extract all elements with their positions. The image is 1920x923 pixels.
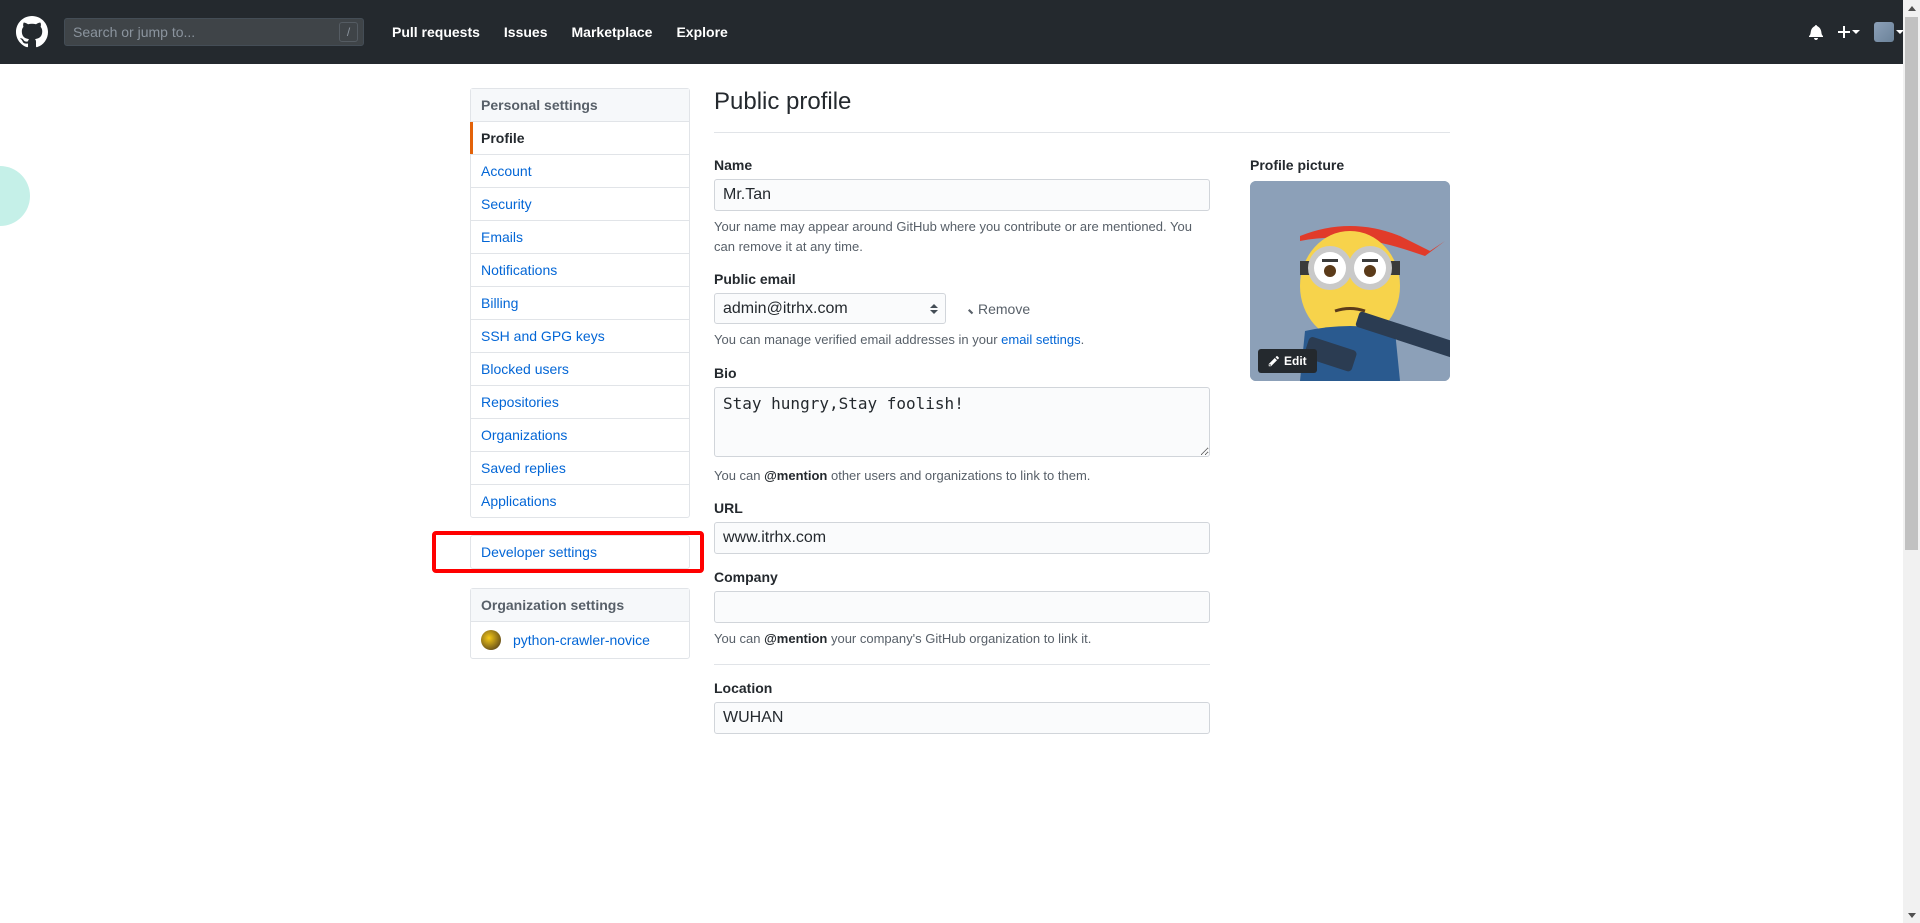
sidebar-item-blocked-users[interactable]: Blocked users [471,353,689,386]
sidebar-item-repositories[interactable]: Repositories [471,386,689,419]
bio-label: Bio [714,365,1210,381]
page-title: Public profile [714,88,851,116]
sidebar-item-security[interactable]: Security [471,188,689,221]
decorative-blob [0,166,30,226]
sidebar-item-applications[interactable]: Applications [471,485,689,517]
github-logo[interactable] [16,16,48,48]
name-label: Name [714,157,1210,173]
profile-picture: Edit [1250,181,1450,381]
sidebar-item-account[interactable]: Account [471,155,689,188]
app-header: / Pull requests Issues Marketplace Explo… [0,0,1920,64]
scroll-down-arrow[interactable] [1903,906,1920,923]
email-group: Public email admin@itrhx.com Remove [714,271,1210,350]
email-settings-link[interactable]: email settings [1001,332,1080,347]
org-avatar [481,630,501,650]
organization-settings-heading: Organization settings [471,589,689,622]
edit-label: Edit [1284,354,1307,368]
url-group: URL [714,500,1210,554]
x-icon [962,301,974,317]
sidebar-item-saved-replies[interactable]: Saved replies [471,452,689,485]
personal-settings-heading: Personal settings [471,89,689,122]
sidebar-org-item[interactable]: python-crawler-novice [471,622,689,658]
email-select-wrap: admin@itrhx.com [714,293,946,324]
email-row: admin@itrhx.com Remove [714,293,1210,324]
sidebar-item-profile[interactable]: Profile [471,122,689,155]
scroll-thumb[interactable] [1905,17,1918,550]
pencil-icon [1268,355,1280,367]
company-input[interactable] [714,591,1210,623]
profile-layout: Name Your name may appear around GitHub … [714,157,1450,749]
highlight-annotation: Developer settings [432,531,704,573]
notifications-icon[interactable] [1808,24,1824,40]
header-nav: Pull requests Issues Marketplace Explore [380,24,740,40]
url-input[interactable] [714,522,1210,554]
plus-icon [1838,24,1850,40]
location-group: Location [714,680,1210,734]
sidebar-org-label: python-crawler-novice [513,632,650,648]
developer-settings-menu: Developer settings [470,535,690,569]
main-content: Public profile Name Your name may appear… [714,88,1450,749]
bio-group: Bio Stay hungry,Stay foolish! You can @m… [714,365,1210,486]
name-group: Name Your name may appear around GitHub … [714,157,1210,256]
company-label: Company [714,569,1210,585]
company-note: You can @mention your company's GitHub o… [714,629,1210,649]
avatar [1874,22,1894,42]
url-label: URL [714,500,1210,516]
subhead: Public profile [714,88,1450,133]
email-select[interactable]: admin@itrhx.com [714,293,946,324]
picture-label: Profile picture [1250,157,1450,173]
location-label: Location [714,680,1210,696]
page-container: Personal settings Profile Account Securi… [454,88,1466,749]
sidebar-item-organizations[interactable]: Organizations [471,419,689,452]
nav-explore[interactable]: Explore [664,24,739,40]
nav-issues[interactable]: Issues [492,24,560,40]
company-group: Company You can @mention your company's … [714,569,1210,649]
search-input[interactable] [64,18,364,46]
create-new-menu[interactable] [1838,24,1860,40]
nav-marketplace[interactable]: Marketplace [560,24,665,40]
bio-note: You can @mention other users and organiz… [714,466,1210,486]
name-input[interactable] [714,179,1210,211]
scrollbar[interactable] [1903,0,1920,923]
email-label: Public email [714,271,1210,287]
remove-email-label: Remove [978,301,1030,317]
scroll-track[interactable] [1903,17,1920,906]
search-slash-key: / [339,22,358,42]
scroll-up-arrow[interactable] [1903,0,1920,17]
remove-email-button[interactable]: Remove [962,301,1030,317]
organization-settings-menu: Organization settings python-crawler-nov… [470,588,690,659]
sidebar-item-developer-settings[interactable]: Developer settings [471,536,689,568]
header-right [1808,22,1904,42]
email-note: You can manage verified email addresses … [714,330,1210,350]
sidebar: Personal settings Profile Account Securi… [470,88,690,749]
section-divider [714,664,1210,665]
bio-textarea[interactable]: Stay hungry,Stay foolish! [714,387,1210,457]
search-container: / [64,18,364,46]
sidebar-item-notifications[interactable]: Notifications [471,254,689,287]
form-column: Name Your name may appear around GitHub … [714,157,1210,749]
caret-down-icon [1852,30,1860,34]
picture-column: Profile picture [1250,157,1450,749]
edit-picture-button[interactable]: Edit [1258,349,1317,373]
personal-settings-menu: Personal settings Profile Account Securi… [470,88,690,518]
sidebar-item-emails[interactable]: Emails [471,221,689,254]
sidebar-item-ssh-gpg-keys[interactable]: SSH and GPG keys [471,320,689,353]
sidebar-item-billing[interactable]: Billing [471,287,689,320]
name-note: Your name may appear around GitHub where… [714,217,1210,256]
user-menu[interactable] [1874,22,1904,42]
nav-pull-requests[interactable]: Pull requests [380,24,492,40]
location-input[interactable] [714,702,1210,734]
